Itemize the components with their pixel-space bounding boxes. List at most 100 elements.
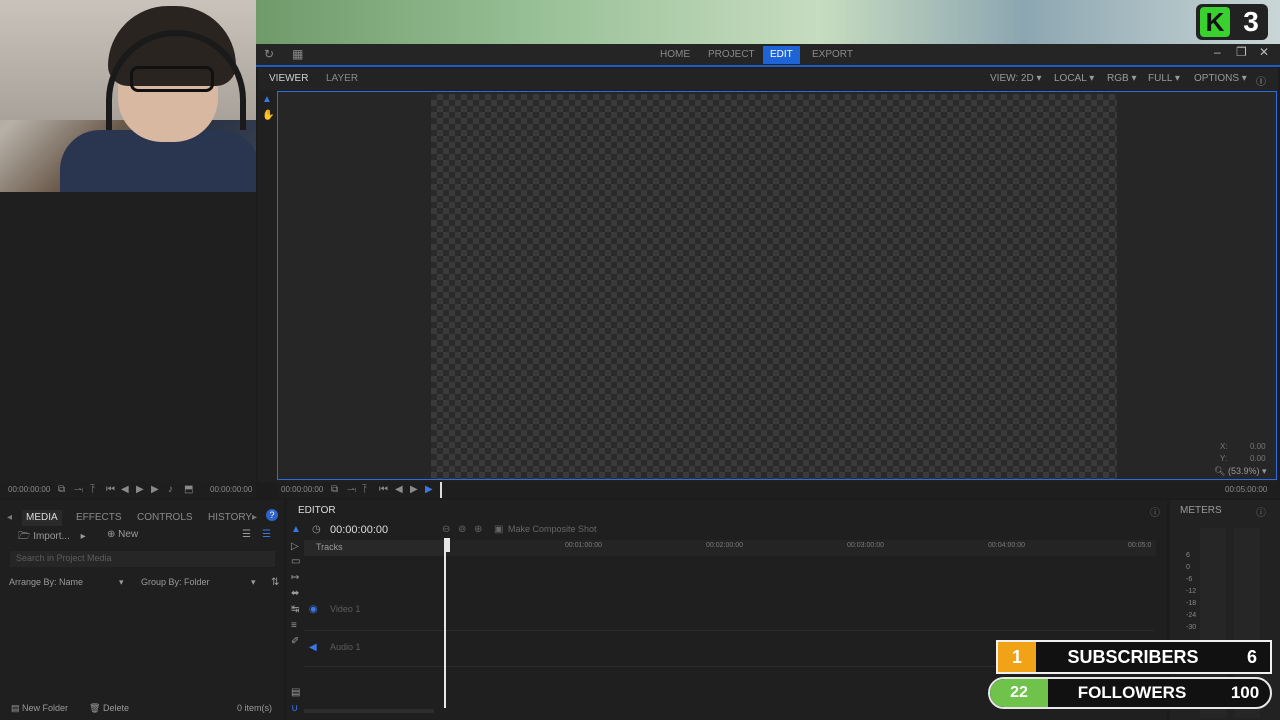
subscribers-label: SUBSCRIBERS (1067, 647, 1199, 667)
app-titlebar: ↻ ▦ HOME PROJECT EDIT EXPORT – ❐ ✕ (256, 44, 1280, 67)
new-folder-button[interactable]: ▤ New Folder (11, 703, 68, 714)
step-forward-icon[interactable]: ▶ (410, 484, 418, 495)
group-by-dropdown[interactable]: Group By: Folder ▾ (141, 577, 256, 587)
viewer-timecode-start: 00:00:00:00 (281, 485, 324, 494)
list-view-icon[interactable]: ☰ (242, 529, 251, 540)
zoom-in-icon[interactable]: ⊕ (474, 524, 482, 535)
chevron-down-icon: ▾ (1036, 73, 1042, 84)
close-icon[interactable]: ✕ (1259, 45, 1269, 59)
roll-icon[interactable]: ≡ (291, 620, 297, 631)
ruler-mark: 00:04:00:00 (988, 542, 1025, 549)
snap-icon[interactable]: ▤ (291, 687, 300, 698)
help-icon[interactable]: ⓘ (1256, 504, 1266, 519)
viewer-playhead[interactable] (440, 482, 442, 498)
subscribers-count: 1 (998, 642, 1036, 672)
nav-home[interactable]: HOME (653, 46, 697, 64)
nav-project[interactable]: PROJECT (701, 46, 762, 64)
loop-icon[interactable]: ⧉ (58, 484, 65, 495)
tab-viewer[interactable]: VIEWER (269, 73, 308, 84)
arrange-by-dropdown[interactable]: Arrange By: Name ▾ (9, 577, 124, 587)
chevron-down-icon: ▾ (1174, 73, 1180, 84)
search-placeholder: Search in Project Media (16, 553, 112, 563)
play-icon[interactable]: ▶ (151, 484, 159, 495)
mark-in-icon[interactable]: ⥓ (347, 484, 356, 495)
help-icon[interactable]: ⓘ (1256, 73, 1266, 88)
search-input[interactable]: Search in Project Media (10, 551, 275, 567)
ruler-mark: 00:03:00:00 (847, 542, 884, 549)
select-tool-icon[interactable]: ▲ (262, 94, 272, 105)
minimize-icon[interactable]: – (1214, 45, 1221, 59)
resolution-dropdown[interactable]: FULL ▾ (1148, 73, 1180, 84)
speaker-icon[interactable]: ◀︎ (309, 642, 317, 653)
make-composite-button[interactable]: Make Composite Shot (508, 524, 597, 534)
options-dropdown[interactable]: OPTIONS ▾ (1194, 73, 1247, 84)
step-back-icon[interactable]: ◀ (395, 484, 403, 495)
skip-back-icon[interactable]: ⏮ (379, 484, 388, 495)
help-icon[interactable]: ? (266, 509, 278, 521)
clock-icon: ◷ (312, 524, 321, 535)
step-forward-icon[interactable]: ▶ (136, 484, 144, 495)
chevron-left-icon[interactable]: ◂ (7, 512, 12, 523)
tab-media[interactable]: MEDIA (22, 510, 62, 526)
eye-icon[interactable]: ◉ (309, 604, 318, 615)
restore-icon[interactable]: ❐ (1236, 45, 1247, 59)
subscribers-counter: 1 SUBSCRIBERS 6 (996, 640, 1272, 674)
view-mode-dropdown[interactable]: VIEW: 2D ▾ (990, 73, 1042, 84)
razor-icon[interactable]: ▭ (291, 556, 300, 567)
ruler-mark: 00:01:00:00 (565, 542, 602, 549)
delete-button[interactable]: 🗑︎ Delete (89, 703, 129, 714)
nav-edit[interactable]: EDIT (763, 46, 800, 64)
meter-scale-label: -6 (1186, 576, 1193, 583)
select-tool-icon[interactable]: ▲ (291, 524, 301, 535)
zoom-control[interactable]: 🔍︎ (53.9%) ▾ (1214, 466, 1267, 477)
tab-history[interactable]: HISTORY (204, 510, 256, 526)
import-button[interactable]: 🗁︎ Import... ▸ (18, 529, 86, 546)
sort-icon[interactable]: ⇅ (271, 577, 279, 588)
ripple-icon[interactable]: ↹ (291, 604, 299, 615)
composite-icon: ▣ (494, 524, 504, 535)
refresh-icon[interactable]: ↻ (264, 47, 274, 61)
hand-tool-icon[interactable]: ✋ (262, 110, 274, 121)
mark-in-icon[interactable]: ⥓ (74, 484, 83, 495)
playhead-handle[interactable] (444, 538, 450, 552)
magnet-icon[interactable]: ∪ (291, 703, 298, 714)
play-icon[interactable]: ▶ (425, 484, 433, 495)
overwrite-icon[interactable]: ⬒ (184, 484, 193, 495)
step-back-icon[interactable]: ◀ (121, 484, 129, 495)
slide-icon[interactable]: ⬌ (291, 588, 299, 599)
new-folder-label: New Folder (22, 703, 69, 713)
arrange-label: Arrange By: Name (9, 577, 84, 587)
viewer-canvas[interactable] (431, 94, 1117, 479)
audio-track-name: Audio 1 (330, 642, 361, 652)
new-button[interactable]: ⊕ New (107, 529, 138, 540)
zoom-out-icon[interactable]: ⊖ (442, 524, 450, 535)
timeline-playhead[interactable] (444, 540, 446, 708)
detail-view-icon[interactable]: ☰ (262, 529, 271, 540)
grid-icon[interactable]: ▦ (292, 47, 303, 61)
slip-icon[interactable]: ↦ (291, 572, 299, 583)
space-dropdown[interactable]: LOCAL ▾ (1054, 73, 1094, 84)
pen-icon[interactable]: ✐ (291, 636, 299, 647)
followers-label: FOLLOWERS (1077, 683, 1187, 702)
help-icon[interactable]: ⓘ (1150, 504, 1160, 519)
track-select-icon[interactable]: ▷ (291, 541, 299, 552)
timeline-zoom-slider[interactable] (304, 709, 434, 713)
tab-effects[interactable]: EFFECTS (72, 510, 126, 526)
loop-icon[interactable]: ⧉ (331, 484, 338, 495)
mark-out-icon[interactable]: ⥔ (362, 484, 367, 495)
tab-layer[interactable]: LAYER (326, 73, 358, 84)
mark-out-icon[interactable]: ⥔ (90, 484, 95, 495)
folder-icon: 🗁︎ (18, 531, 31, 542)
skip-back-icon[interactable]: ⏮ (106, 484, 115, 495)
channel-dropdown[interactable]: RGB ▾ (1107, 73, 1136, 84)
chevron-down-icon: ▾ (1131, 73, 1137, 84)
timeline-ruler[interactable] (444, 540, 1156, 556)
chevron-right-icon[interactable]: ▸ (252, 512, 257, 523)
video-track-lane[interactable] (304, 596, 1154, 631)
zoom-fit-icon[interactable]: ⊚ (458, 524, 466, 535)
video-track-name: Video 1 (330, 604, 361, 614)
delete-label: Delete (102, 703, 129, 713)
audio-icon[interactable]: ♪ (168, 484, 173, 495)
nav-export[interactable]: EXPORT (805, 46, 860, 64)
tab-controls[interactable]: CONTROLS (133, 510, 197, 526)
